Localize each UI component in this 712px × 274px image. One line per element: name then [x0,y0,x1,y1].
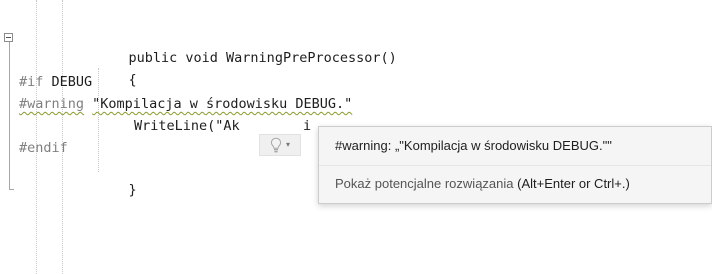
writeline-tail: i [303,118,312,134]
warning-directive: #warning [19,96,85,112]
code-line-writeline-tail[interactable]: i [303,117,311,135]
code-line-warning[interactable]: #warning "Kompilacja w środowisku DEBUG.… [19,95,352,113]
code-line-method[interactable]: public void WarningPreProcessor() [96,31,397,66]
show-potential-fixes[interactable]: Pokaż potencjalne rozwiązania (Alt+Enter… [335,175,630,193]
tooltip-divider [319,165,711,166]
code-editor[interactable]: public void WarningPreProcessor() { #if … [0,0,712,274]
warning-tooltip-message: #warning: „"Kompilacja w środowisku DEBU… [335,138,612,153]
quick-actions-button[interactable]: ▾ [259,134,301,156]
if-directive: #if [19,74,44,90]
quick-info-tooltip: #warning: „"Kompilacja w środowisku DEBU… [318,126,712,204]
close-brace: } [128,182,137,198]
chevron-down-icon[interactable]: ▾ [286,141,290,149]
code-line-close-brace[interactable]: } [96,163,137,198]
writeline-call: WriteLine("Ak [134,118,240,134]
indent-guide [36,0,37,274]
method-signature: public void WarningPreProcessor() [128,50,397,66]
code-line-writeline[interactable]: WriteLine("Ak [134,117,240,135]
endif-directive: #endif [19,140,68,156]
code-line-endif[interactable]: #endif [19,139,68,157]
if-symbol: DEBUG [43,74,93,90]
show-potential-fixes-link[interactable]: Pokaż potencjalne rozwiązania [335,176,514,191]
lightbulb-icon [270,137,282,153]
fix-shortcut-keys: (Alt+Enter or Ctrl+.) [513,176,630,191]
code-line-open-brace[interactable]: { [96,53,137,88]
warning-message: "Kompilacja w środowisku DEBUG." [92,96,353,112]
open-brace: { [128,72,137,88]
code-line-if[interactable]: #if DEBUG [19,73,92,91]
collapse-guide-end [9,189,14,190]
collapse-icon[interactable] [4,33,13,42]
indent-guide [62,0,63,274]
collapse-guide [9,40,10,190]
